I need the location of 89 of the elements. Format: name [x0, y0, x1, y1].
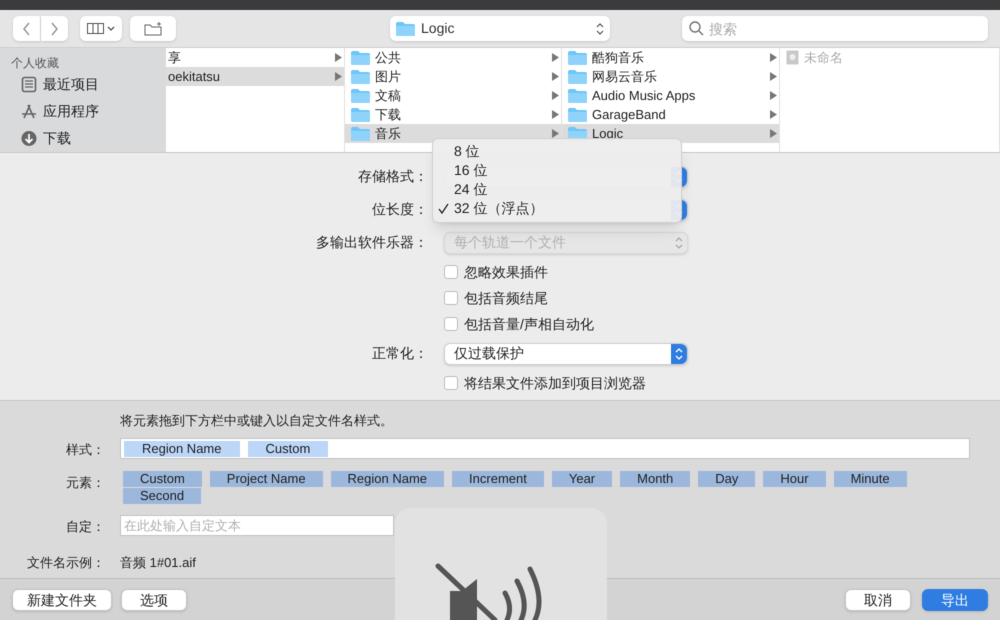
checkbox-option[interactable]: 将结果文件添加到项目浏览器	[444, 372, 646, 394]
checkbox-option[interactable]: 包括音频结尾	[444, 288, 548, 308]
back-button[interactable]	[13, 16, 40, 41]
file-row[interactable]: oekitatsu	[166, 67, 344, 86]
disclosure-arrow-icon	[552, 129, 559, 138]
file-row[interactable]: 享	[166, 48, 344, 67]
folder-icon	[351, 126, 370, 141]
menu-item[interactable]: 32 位（浮点）	[433, 199, 681, 218]
file-row[interactable]: 图片	[345, 67, 561, 86]
checkbox-option[interactable]: 包括音量/声相自动化	[444, 314, 594, 334]
disclosure-arrow-icon	[770, 110, 777, 119]
field-label: 自定：	[66, 519, 105, 534]
apps-icon	[21, 103, 37, 120]
forward-button[interactable]	[41, 16, 68, 41]
disclosure-arrow-icon	[335, 53, 342, 62]
pattern-token[interactable]: Custom	[248, 440, 328, 456]
file-row[interactable]: 下载	[345, 105, 561, 124]
stepper-icon	[596, 22, 604, 36]
file-row[interactable]: 文稿	[345, 86, 561, 105]
field-label: 文件名示例：	[27, 555, 105, 570]
sidebar-heading: 个人收藏	[11, 55, 60, 71]
pattern-token[interactable]: Region Name	[124, 440, 240, 456]
option-label: 位长度：	[372, 201, 428, 217]
element-token[interactable]: Project Name	[210, 471, 323, 487]
folder-icon	[351, 107, 370, 122]
element-token[interactable]: Custom	[123, 471, 202, 487]
download-icon	[21, 130, 37, 147]
folder-icon	[568, 107, 587, 122]
folder-icon	[568, 50, 587, 65]
disclosure-arrow-icon	[552, 53, 559, 62]
disclosure-arrow-icon	[770, 72, 777, 81]
custom-text-field[interactable]: 在此处输入自定文本	[120, 515, 394, 536]
columns-icon	[87, 23, 104, 34]
new-folder-button[interactable]	[130, 16, 176, 41]
stepper-icon	[675, 346, 683, 360]
popup-button[interactable]: 仅过载保护	[444, 342, 688, 364]
folder-icon	[351, 69, 370, 84]
disclosure-arrow-icon	[770, 53, 777, 62]
element-token[interactable]: Hour	[763, 471, 826, 487]
file-row[interactable]: Audio Music Apps	[562, 86, 779, 105]
export-button[interactable]: 导出	[922, 588, 988, 610]
sidebar-item[interactable]: 最近项目	[11, 71, 166, 98]
file-row[interactable]: 网易云音乐	[562, 67, 779, 86]
file-row[interactable]: 酷狗音乐	[562, 48, 779, 67]
sidebar-item[interactable]: 下载	[11, 125, 166, 152]
new-folder-icon	[144, 21, 162, 36]
field-label: 样式：	[66, 442, 105, 457]
path-popup[interactable]: Logic	[390, 16, 610, 41]
menu-item[interactable]: 24 位	[433, 180, 681, 199]
option-label: 存储格式：	[358, 168, 428, 184]
search-icon	[689, 21, 704, 36]
folder-icon	[351, 50, 370, 65]
element-token[interactable]: Minute	[834, 471, 907, 487]
disclosure-arrow-icon	[552, 110, 559, 119]
element-token[interactable]: Increment	[452, 471, 544, 487]
sidebar-item[interactable]: 应用程序	[11, 98, 166, 125]
element-token[interactable]: Day	[698, 471, 756, 487]
folder-icon	[568, 69, 587, 84]
hint-text: 将元素拖到下方栏中或键入以自定文件名样式。	[120, 413, 393, 428]
disclosure-arrow-icon	[770, 91, 777, 100]
file-row[interactable]: 公共	[345, 48, 561, 67]
field-label: 元素：	[66, 475, 105, 490]
element-token[interactable]: Second	[123, 488, 202, 504]
filename-example: 音频 1#01.aif	[120, 554, 196, 572]
disclosure-arrow-icon	[552, 91, 559, 100]
element-token[interactable]: Region Name	[330, 471, 444, 487]
file-row[interactable]: GarageBand	[562, 105, 779, 124]
dialog-button[interactable]: 取消	[845, 588, 911, 610]
option-label: 正常化：	[372, 345, 428, 361]
search-field[interactable]: 搜索	[682, 16, 988, 41]
folder-icon	[351, 88, 370, 103]
dialog-button[interactable]: 新建文件夹	[12, 588, 112, 610]
filename-pattern-field[interactable]: Region Name Custom	[120, 438, 970, 459]
checkbox-option[interactable]: 忽略效果插件	[444, 262, 548, 282]
dialog-button[interactable]: 选项	[121, 588, 187, 610]
caret-icon	[107, 26, 115, 31]
disclosure-arrow-icon	[335, 72, 342, 81]
folder-icon	[396, 21, 415, 36]
folder-icon	[568, 88, 587, 103]
view-mode-button[interactable]	[80, 16, 122, 41]
disclosure-arrow-icon	[552, 72, 559, 81]
menu-item[interactable]: 16 位	[433, 161, 681, 180]
stepper-icon	[675, 236, 683, 250]
option-label: 多输出软件乐器：	[316, 234, 428, 250]
tray-icon	[21, 76, 37, 93]
element-token[interactable]: Year	[552, 471, 612, 487]
menu-item[interactable]: 8 位	[433, 142, 681, 161]
disclosure-arrow-icon	[770, 129, 777, 138]
element-token[interactable]: Month	[620, 471, 690, 487]
